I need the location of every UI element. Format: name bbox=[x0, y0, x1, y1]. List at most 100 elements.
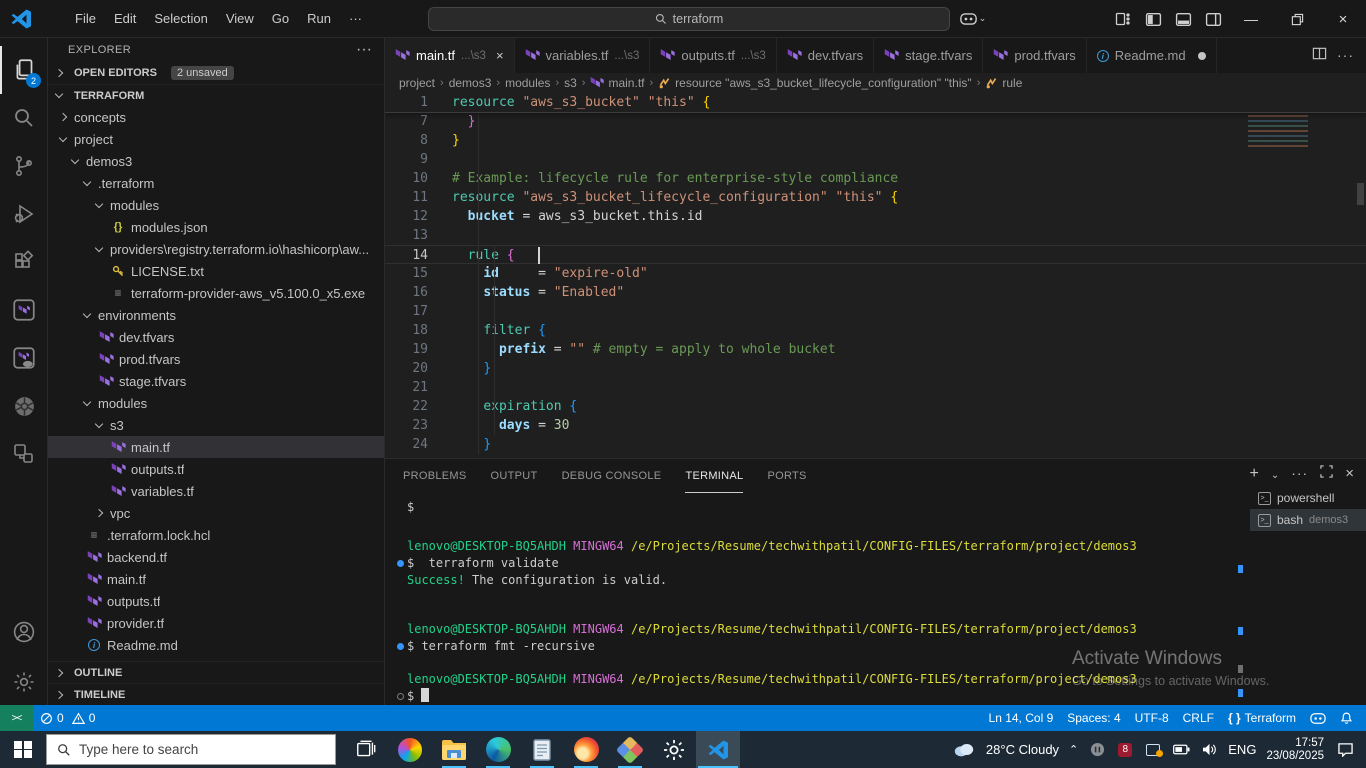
taskbar-settings-app-button[interactable] bbox=[652, 731, 696, 768]
code-line-21[interactable]: 21 bbox=[385, 378, 1366, 397]
menu-selection[interactable]: Selection bbox=[145, 0, 216, 38]
ellipsis-icon[interactable]: ··· bbox=[1337, 47, 1354, 65]
menu-[interactable]: ··· bbox=[340, 0, 371, 38]
tray-chevron-icon[interactable]: ⌃ bbox=[1069, 743, 1078, 756]
taskbar-file-explorer-button[interactable] bbox=[432, 731, 476, 768]
status-utf-8[interactable]: UTF-8 bbox=[1128, 705, 1176, 731]
breadcrumb-item[interactable]: s3 bbox=[564, 76, 577, 90]
code-line-23[interactable]: 23 days = 30 bbox=[385, 416, 1366, 435]
battery-icon[interactable] bbox=[1172, 744, 1190, 755]
plus-icon[interactable]: + bbox=[1250, 465, 1259, 483]
code-line-14[interactable]: 14 rule { bbox=[385, 245, 1366, 264]
weather-text[interactable]: 28°C Cloudy bbox=[986, 742, 1059, 757]
code-line-15[interactable]: 15 id = "expire-old" bbox=[385, 264, 1366, 283]
accounts-button[interactable] bbox=[0, 608, 48, 656]
breadcrumb-item[interactable]: rule bbox=[985, 76, 1022, 90]
extensions-activity-button[interactable] bbox=[0, 238, 48, 286]
onedrive-paused-icon[interactable] bbox=[1088, 742, 1106, 757]
tree-item-environments[interactable]: environments bbox=[48, 304, 384, 326]
tree-item-provider.tf[interactable]: provider.tf bbox=[48, 612, 384, 634]
toggle-panel-icon[interactable] bbox=[1168, 6, 1198, 32]
panel-tab-debug-console[interactable]: DEBUG CONSOLE bbox=[562, 459, 662, 493]
breadcrumb-item[interactable]: project bbox=[399, 76, 435, 90]
menu-run[interactable]: Run bbox=[298, 0, 340, 38]
tree-item-stage.tfvars[interactable]: stage.tfvars bbox=[48, 370, 384, 392]
settings-gear-button[interactable] bbox=[0, 658, 48, 706]
tree-item-modules[interactable]: modules bbox=[48, 194, 384, 216]
toggle-sidebar-icon[interactable] bbox=[1138, 6, 1168, 32]
tree-item-project[interactable]: project bbox=[48, 128, 384, 150]
tree-item-.terraform.lock.hcl[interactable]: ≡ .terraform.lock.hcl bbox=[48, 524, 384, 546]
start-button[interactable] bbox=[0, 731, 46, 768]
breadcrumb-item[interactable]: modules bbox=[505, 76, 550, 90]
code-line-24[interactable]: 24 } bbox=[385, 435, 1366, 454]
taskbar-search[interactable]: Type here to search bbox=[46, 734, 336, 765]
status-spaces-4[interactable]: Spaces: 4 bbox=[1060, 705, 1127, 731]
run-debug-activity-button[interactable] bbox=[0, 190, 48, 238]
tab-stage-tfvars[interactable]: stage.tfvars bbox=[874, 38, 984, 73]
terminal[interactable]: $ lenovo@DESKTOP-BQ5AHDH MINGW64 /e/Proje… bbox=[393, 499, 1243, 703]
panel-tab-output[interactable]: OUTPUT bbox=[491, 459, 538, 493]
taskbar-vscode-button[interactable] bbox=[696, 731, 740, 768]
status-terraform[interactable]: { } Terraform bbox=[1221, 705, 1303, 731]
outline-section[interactable]: OUTLINE bbox=[48, 661, 384, 683]
tab-readme-md[interactable]: i Readme.md bbox=[1086, 38, 1217, 73]
close-icon[interactable]: × bbox=[496, 48, 504, 63]
code-line-18[interactable]: 18 filter { bbox=[385, 321, 1366, 340]
code-line-9[interactable]: 9 bbox=[385, 150, 1366, 169]
taskbar-notepad-button[interactable] bbox=[520, 731, 564, 768]
code-line-8[interactable]: 8} bbox=[385, 131, 1366, 150]
status-ln-14-col-9[interactable]: Ln 14, Col 9 bbox=[982, 705, 1061, 731]
clock[interactable]: 17:57 23/08/2025 bbox=[1266, 737, 1324, 763]
code-line-13[interactable]: 13 bbox=[385, 226, 1366, 245]
chevron-down-icon[interactable]: ⌄ bbox=[1271, 465, 1279, 483]
tree-item-license.txt[interactable]: LICENSE.txt bbox=[48, 260, 384, 282]
panel-tab-terminal[interactable]: TERMINAL bbox=[685, 459, 744, 493]
toggle-secondary-sidebar-icon[interactable] bbox=[1198, 6, 1228, 32]
taskbar-edge-button[interactable] bbox=[476, 731, 520, 768]
tree-item-concepts[interactable]: concepts bbox=[48, 106, 384, 128]
code-line-22[interactable]: 22 expiration { bbox=[385, 397, 1366, 416]
blue-card-icon[interactable] bbox=[1144, 743, 1164, 757]
tab-outputs-tf[interactable]: outputs.tf ...\s3 bbox=[650, 38, 777, 73]
tree-item-.terraform[interactable]: .terraform bbox=[48, 172, 384, 194]
menu-go[interactable]: Go bbox=[263, 0, 298, 38]
maximize-panel-icon[interactable] bbox=[1320, 465, 1333, 483]
tree-item-main.tf[interactable]: main.tf bbox=[48, 436, 384, 458]
taskbar-task-view-button[interactable] bbox=[344, 731, 388, 768]
tree-item-variables.tf[interactable]: variables.tf bbox=[48, 480, 384, 502]
status-crlf[interactable]: CRLF bbox=[1176, 705, 1221, 731]
copilot-menu-icon[interactable]: ⌄ bbox=[958, 6, 988, 32]
tree-item-outputs.tf[interactable]: outputs.tf bbox=[48, 458, 384, 480]
taskbar-diamond-app-button[interactable] bbox=[608, 731, 652, 768]
breadcrumb-item[interactable]: resource "aws_s3_bucket_lifecycle_config… bbox=[658, 76, 972, 90]
explorer-activity-button[interactable]: 2 bbox=[0, 46, 48, 94]
tree-item-s3[interactable]: s3 bbox=[48, 414, 384, 436]
panel-tab-ports[interactable]: PORTS bbox=[767, 459, 806, 493]
menu-file[interactable]: File bbox=[66, 0, 105, 38]
breadcrumb-item[interactable]: demos3 bbox=[449, 76, 492, 90]
breadcrumb[interactable]: project › demos3 › modules › s3 › main.tf › resour… bbox=[385, 73, 1366, 93]
code-line-20[interactable]: 20 } bbox=[385, 359, 1366, 378]
minimize-icon[interactable]: — bbox=[1228, 0, 1274, 38]
code-line-1[interactable]: 1 resource "aws_s3_bucket" "this" { bbox=[385, 93, 1366, 112]
remote-indicator[interactable]: >< bbox=[0, 705, 33, 731]
panel-tab-problems[interactable]: PROBLEMS bbox=[403, 459, 467, 493]
volume-icon[interactable] bbox=[1200, 743, 1218, 756]
source-control-activity-button[interactable] bbox=[0, 142, 48, 190]
ellipsis-icon[interactable]: ··· bbox=[1291, 465, 1308, 483]
code-line-12[interactable]: 12 bucket = aws_s3_bucket.this.id bbox=[385, 207, 1366, 226]
explorer-actions-icon[interactable]: ··· bbox=[356, 41, 372, 59]
tree-item-dev.tfvars[interactable]: dev.tfvars bbox=[48, 326, 384, 348]
command-center-search[interactable]: terraform bbox=[428, 7, 950, 31]
split-editor-icon[interactable] bbox=[1312, 46, 1327, 66]
code-editor[interactable]: 1 resource "aws_s3_bucket" "this" {7 } 8} 9… bbox=[385, 93, 1366, 458]
breadcrumb-item[interactable]: main.tf bbox=[590, 76, 644, 90]
code-line-11[interactable]: 11 resource "aws_s3_bucket_lifecycle_conf… bbox=[385, 188, 1366, 207]
kubernetes-activity-button[interactable] bbox=[0, 382, 48, 430]
editor-scrollbar[interactable] bbox=[1357, 183, 1364, 205]
tree-item-outputs.tf[interactable]: outputs.tf bbox=[48, 590, 384, 612]
tab-prod-tfvars[interactable]: prod.tfvars bbox=[983, 38, 1087, 73]
close-icon[interactable]: × bbox=[1320, 0, 1366, 38]
terraform-section[interactable]: TERRAFORM bbox=[48, 84, 384, 106]
